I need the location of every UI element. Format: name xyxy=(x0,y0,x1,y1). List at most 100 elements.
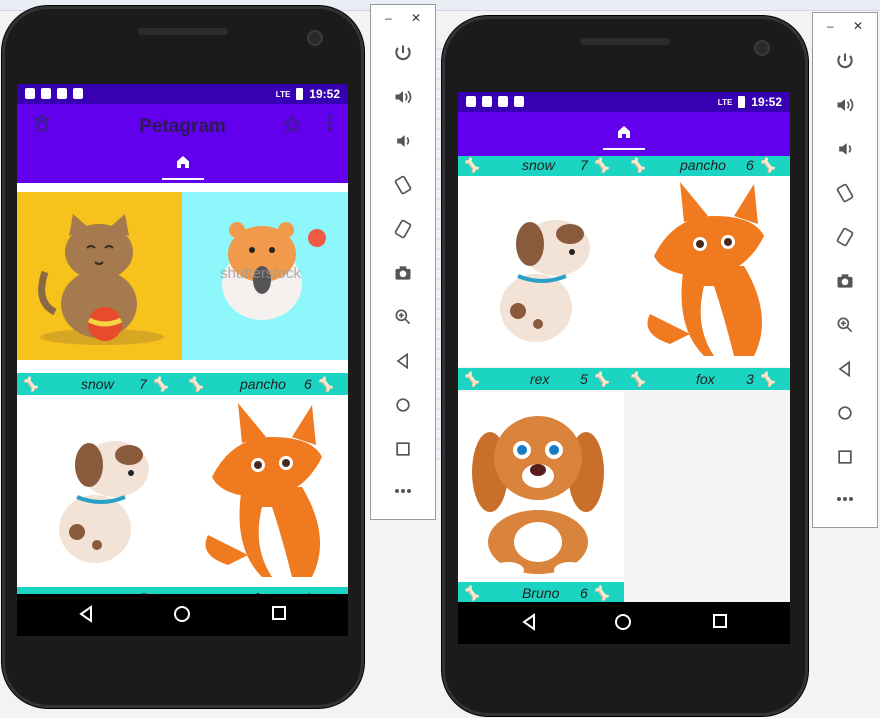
system-nav-bar xyxy=(458,602,790,644)
power-icon[interactable] xyxy=(813,51,877,76)
pet-name: fox xyxy=(696,371,715,387)
zoom-icon[interactable] xyxy=(371,307,435,332)
close-icon[interactable]: ✕ xyxy=(411,11,421,25)
pet-photo-beagle[interactable] xyxy=(458,392,624,582)
pet-photo-fox[interactable] xyxy=(624,176,790,366)
pet-photo-cat[interactable] xyxy=(17,192,182,360)
volume-up-icon[interactable] xyxy=(371,87,435,112)
more-icon[interactable] xyxy=(813,491,877,509)
bone-icon: 🦴 xyxy=(758,157,776,173)
bone-outline-icon[interactable]: 🦴 xyxy=(462,585,479,602)
status-bar: LTE 19:52 xyxy=(17,84,348,104)
rotate-left-icon[interactable] xyxy=(813,183,877,208)
volume-up-icon[interactable] xyxy=(813,95,877,120)
bone-icon: 🦴 xyxy=(592,157,610,173)
pet-name: rex xyxy=(530,371,550,387)
minimize-icon[interactable]: – xyxy=(385,11,392,25)
rotate-left-icon[interactable] xyxy=(371,175,435,200)
pet-photo-puppy[interactable] xyxy=(17,397,182,587)
camera-icon[interactable] xyxy=(371,263,435,288)
right-screen: LTE 19:52 🦴 snow 7 🦴 🦴 pancho 6 🦴 🦴 rex … xyxy=(458,92,790,644)
power-icon[interactable] xyxy=(371,43,435,68)
pet-name: pancho xyxy=(680,157,726,173)
tab-home[interactable] xyxy=(162,148,204,180)
back-icon[interactable] xyxy=(371,351,435,376)
tile-bar-bruno: 🦴 Bruno 6 🦴 xyxy=(458,582,624,604)
tab-home[interactable] xyxy=(603,118,645,150)
camera-icon[interactable] xyxy=(813,271,877,296)
battery-icon xyxy=(296,88,304,100)
left-phone-frame: LTE 19:52 Petagram shutterstock 🦴 snow 7… xyxy=(2,6,364,708)
overview-button[interactable] xyxy=(712,613,732,633)
rotate-right-icon[interactable] xyxy=(371,219,435,244)
bone-icon: 🦴 xyxy=(316,376,334,392)
bone-outline-icon[interactable]: 🦴 xyxy=(628,157,645,174)
star-icon[interactable] xyxy=(282,114,302,138)
home-button[interactable] xyxy=(614,613,634,633)
minimize-icon[interactable]: – xyxy=(827,19,834,33)
overview-icon[interactable] xyxy=(813,447,877,472)
pet-photo-fox[interactable] xyxy=(182,397,348,587)
rotate-right-icon[interactable] xyxy=(813,227,877,252)
status-bar: LTE 19:52 xyxy=(458,92,790,112)
back-button[interactable] xyxy=(520,613,540,633)
bone-icon: 🦴 xyxy=(592,371,610,387)
bone-icon: 🦴 xyxy=(151,376,169,392)
app-bar-collapsed xyxy=(458,112,790,156)
bone-icon: 🦴 xyxy=(592,585,610,601)
emulator-toolbar-left: – ✕ xyxy=(370,4,436,520)
tile-bar-snow: 🦴 snow 7 🦴 xyxy=(458,156,624,176)
status-right: LTE 19:52 xyxy=(276,87,340,101)
pet-photo-hamster[interactable]: shutterstock xyxy=(182,192,348,360)
more-icon[interactable] xyxy=(371,483,435,501)
home-circle-icon[interactable] xyxy=(813,403,877,428)
phone-camera xyxy=(307,30,323,46)
bone-outline-icon[interactable]: 🦴 xyxy=(462,157,479,174)
notification-icons xyxy=(466,96,524,107)
watermark-text: shutterstock xyxy=(220,265,301,282)
close-icon[interactable]: ✕ xyxy=(853,19,863,33)
clock: 19:52 xyxy=(309,87,340,101)
back-icon[interactable] xyxy=(813,359,877,384)
back-button[interactable] xyxy=(77,605,97,625)
tab-indicator xyxy=(162,178,204,180)
overview-button[interactable] xyxy=(271,605,291,625)
app-bar: Petagram xyxy=(17,104,348,183)
home-icon xyxy=(618,126,630,138)
right-phone-frame: LTE 19:52 🦴 snow 7 🦴 🦴 pancho 6 🦴 🦴 rex … xyxy=(442,16,808,716)
emulator-toolbar-right: – ✕ xyxy=(812,12,878,528)
volume-down-icon[interactable] xyxy=(813,139,877,164)
phone-camera xyxy=(754,40,770,56)
home-circle-icon[interactable] xyxy=(371,395,435,420)
tile-bar-snow: 🦴 snow 7 🦴 xyxy=(17,373,182,395)
notification-icons xyxy=(25,88,83,99)
pet-photo-puppy[interactable] xyxy=(458,176,624,366)
network-label: LTE xyxy=(717,97,733,107)
rating-count: 5 xyxy=(580,371,588,387)
bone-icon: 🦴 xyxy=(758,371,776,387)
battery-icon xyxy=(738,96,746,108)
bone-outline-icon[interactable]: 🦴 xyxy=(462,371,479,388)
clock: 19:52 xyxy=(751,95,782,109)
pet-name: Bruno xyxy=(522,585,560,601)
pet-name: pancho xyxy=(240,376,286,392)
tab-indicator xyxy=(603,148,645,150)
phone-speaker xyxy=(580,38,670,45)
bone-outline-icon[interactable]: 🦴 xyxy=(186,376,203,393)
overview-icon[interactable] xyxy=(371,439,435,464)
volume-down-icon[interactable] xyxy=(371,131,435,156)
overflow-menu-icon[interactable] xyxy=(327,114,333,137)
network-label: LTE xyxy=(275,89,291,99)
rating-count: 6 xyxy=(580,585,588,601)
left-screen: LTE 19:52 Petagram shutterstock 🦴 snow 7… xyxy=(17,84,348,636)
bone-outline-icon[interactable]: 🦴 xyxy=(21,376,38,393)
bone-outline-icon[interactable]: 🦴 xyxy=(628,371,645,388)
rating-count: 6 xyxy=(304,376,312,392)
phone-speaker xyxy=(138,28,228,35)
home-button[interactable] xyxy=(173,605,193,625)
zoom-icon[interactable] xyxy=(813,315,877,340)
status-right: LTE 19:52 xyxy=(718,95,782,109)
tile-bar-pancho: 🦴 pancho 6 🦴 xyxy=(624,156,790,176)
pet-name: snow xyxy=(522,157,555,173)
home-icon xyxy=(177,156,189,168)
